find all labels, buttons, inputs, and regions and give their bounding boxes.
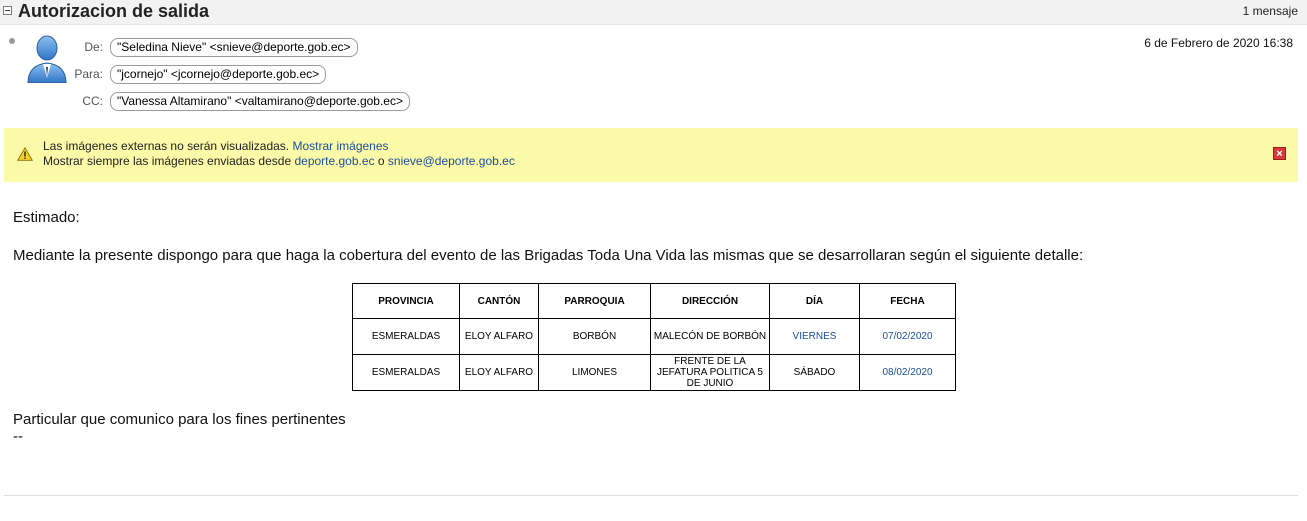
warning-line-2: Mostrar siempre las imágenes enviadas de… bbox=[43, 154, 515, 168]
column-header: PARROQUIA bbox=[538, 283, 651, 319]
schedule-table: PROVINCIA CANTÓN PARROQUIA DIRECCIÓN DÍA… bbox=[352, 283, 956, 391]
message-divider bbox=[4, 495, 1298, 496]
cc-address-chip[interactable]: "Vanessa Altamirano" <valtamirano@deport… bbox=[110, 92, 410, 111]
close-icon[interactable]: × bbox=[1273, 147, 1286, 160]
closing-line: Particular que comunico para los fines p… bbox=[13, 411, 346, 428]
table-cell: VIERNES bbox=[769, 318, 860, 355]
column-header: DÍA bbox=[769, 283, 860, 319]
table-cell: LIMONES bbox=[538, 354, 651, 391]
table-cell: 08/02/2020 bbox=[859, 354, 956, 391]
conversation-subject: Autorizacion de salida bbox=[18, 1, 210, 21]
warning-triangle-icon bbox=[17, 147, 33, 161]
column-header: FECHA bbox=[859, 283, 956, 319]
or-text: o bbox=[377, 154, 385, 168]
message-date: 6 de Febrero de 2020 16:38 bbox=[1144, 36, 1293, 50]
conversation-header: Autorizacion de salida 1 mensaje bbox=[0, 0, 1307, 25]
table-header-row: PROVINCIA CANTÓN PARROQUIA DIRECCIÓN DÍA… bbox=[352, 283, 956, 319]
from-address-chip[interactable]: "Seledina Nieve" <snieve@deporte.gob.ec> bbox=[110, 38, 358, 57]
column-header: CANTÓN bbox=[459, 283, 539, 319]
external-images-warning: Las imágenes externas no serán visualiza… bbox=[4, 128, 1298, 182]
table-cell: ESMERALDAS bbox=[352, 354, 460, 391]
column-header: DIRECCIÓN bbox=[650, 283, 770, 319]
table-cell: SÁBADO bbox=[769, 354, 860, 391]
greeting: Estimado: bbox=[13, 209, 80, 226]
column-header: PROVINCIA bbox=[352, 283, 460, 319]
table-cell: BORBÓN bbox=[538, 318, 651, 355]
table-cell: ELOY ALFARO bbox=[459, 354, 539, 391]
table-cell: MALECÓN DE BORBÓN bbox=[650, 318, 770, 355]
table-cell: ESMERALDAS bbox=[352, 318, 460, 355]
warning-line-1: Las imágenes externas no serán visualiza… bbox=[43, 139, 389, 153]
intro-paragraph: Mediante la presente dispongo para que h… bbox=[13, 247, 1084, 264]
always-show-domain-link[interactable]: deporte.gob.ec bbox=[294, 154, 374, 168]
show-images-link[interactable]: Mostrar imágenes bbox=[292, 139, 388, 153]
collapse-icon[interactable] bbox=[3, 6, 12, 15]
table-cell: FRENTE DE LA JEFATURA POLITICA 5 DE JUNI… bbox=[650, 354, 770, 391]
to-label: Para: bbox=[74, 67, 103, 81]
signature-separator: -- bbox=[13, 428, 23, 445]
table-cell: ELOY ALFARO bbox=[459, 318, 539, 355]
message-count: 1 mensaje bbox=[1242, 4, 1298, 18]
from-label: De: bbox=[84, 40, 103, 54]
always-show-text: Mostrar siempre las imágenes enviadas de… bbox=[43, 154, 292, 168]
warning-text: Las imágenes externas no serán visualiza… bbox=[43, 139, 290, 153]
always-show-sender-link[interactable]: snieve@deporte.gob.ec bbox=[388, 154, 515, 168]
table-cell: 07/02/2020 bbox=[859, 318, 956, 355]
table-row: ESMERALDAS ELOY ALFARO LIMONES FRENTE DE… bbox=[352, 354, 956, 391]
table-row: ESMERALDAS ELOY ALFARO BORBÓN MALECÓN DE… bbox=[352, 318, 956, 355]
cc-label: CC: bbox=[82, 94, 103, 108]
to-address-chip[interactable]: "jcornejo" <jcornejo@deporte.gob.ec> bbox=[110, 65, 327, 84]
